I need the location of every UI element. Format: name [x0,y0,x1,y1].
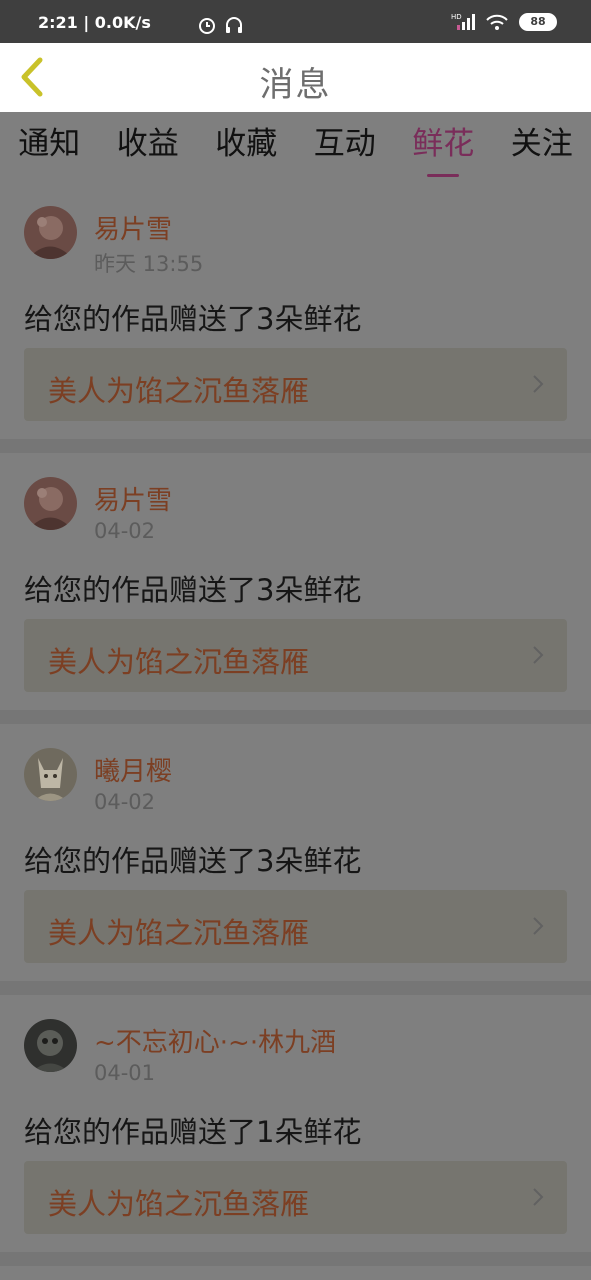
work-link[interactable]: 美人为馅之沉鱼落雁 [24,1161,567,1234]
username[interactable]: 曦月樱 [94,751,172,788]
work-title: 美人为馅之沉鱼落雁 [48,916,310,950]
message-text: 给您的作品赠送了1朵鲜花 [24,1115,362,1149]
page-title: 消息 [259,65,332,105]
avatar[interactable] [24,748,77,801]
alarm-icon [199,18,215,34]
tab-bar: 通知 收益 收藏 互动 鲜花 关注 [0,112,591,182]
message-card: 易片雪 昨天 13:55 给您的作品赠送了3朵鲜花 美人为馅之沉鱼落雁 [0,182,591,453]
message-list: 易片雪 昨天 13:55 给您的作品赠送了3朵鲜花 美人为馅之沉鱼落雁 易片雪 … [0,182,591,1266]
username[interactable]: 易片雪 [94,480,172,517]
timestamp: 昨天 13:55 [94,252,204,276]
chevron-right-icon [533,1188,544,1206]
message-text: 给您的作品赠送了3朵鲜花 [24,302,362,336]
battery-icon: 88 [519,13,557,31]
tab-flowers[interactable]: 鲜花 [410,112,476,182]
timestamp: 04-02 [94,519,156,543]
message-card: 曦月樱 04-02 给您的作品赠送了3朵鲜花 美人为馅之沉鱼落雁 [0,724,591,995]
message-card: 易片雪 04-02 给您的作品赠送了3朵鲜花 美人为馅之沉鱼落雁 [0,453,591,724]
username[interactable]: 易片雪 [94,209,172,246]
timestamp: 04-01 [94,1061,156,1085]
work-title: 美人为馅之沉鱼落雁 [48,374,310,408]
avatar[interactable] [24,1019,77,1072]
work-title: 美人为馅之沉鱼落雁 [48,645,310,679]
status-time: 2:21 | 0.0K/s [38,13,151,32]
tab-favorites[interactable]: 收藏 [213,112,279,182]
message-text: 给您的作品赠送了3朵鲜花 [24,844,362,878]
header: 消息 [0,43,591,112]
wifi-icon [486,14,508,30]
tab-earnings[interactable]: 收益 [115,112,181,182]
username[interactable]: ~不忘初心·~·林九酒 [94,1022,336,1059]
work-link[interactable]: 美人为馅之沉鱼落雁 [24,619,567,692]
message-card: ~不忘初心·~·林九酒 04-01 给您的作品赠送了1朵鲜花 美人为馅之沉鱼落雁 [0,995,591,1266]
timestamp: 04-02 [94,790,156,814]
tab-following[interactable]: 关注 [509,112,575,182]
hd-signal-icon: HD [451,13,475,30]
message-text: 给您的作品赠送了3朵鲜花 [24,573,362,607]
tab-notifications[interactable]: 通知 [16,112,82,182]
status-bar: 2:21 | 0.0K/s HD 88 [0,0,591,43]
work-title: 美人为馅之沉鱼落雁 [48,1187,310,1221]
tab-interactions[interactable]: 互动 [312,112,378,182]
work-link[interactable]: 美人为馅之沉鱼落雁 [24,890,567,963]
avatar[interactable] [24,206,77,259]
headphones-icon [226,17,242,33]
avatar[interactable] [24,477,77,530]
status-icons: HD 88 [199,12,557,34]
chevron-right-icon [533,917,544,935]
work-link[interactable]: 美人为馅之沉鱼落雁 [24,348,567,421]
chevron-right-icon [533,375,544,393]
svg-text:HD: HD [451,13,462,21]
chevron-right-icon [533,646,544,664]
